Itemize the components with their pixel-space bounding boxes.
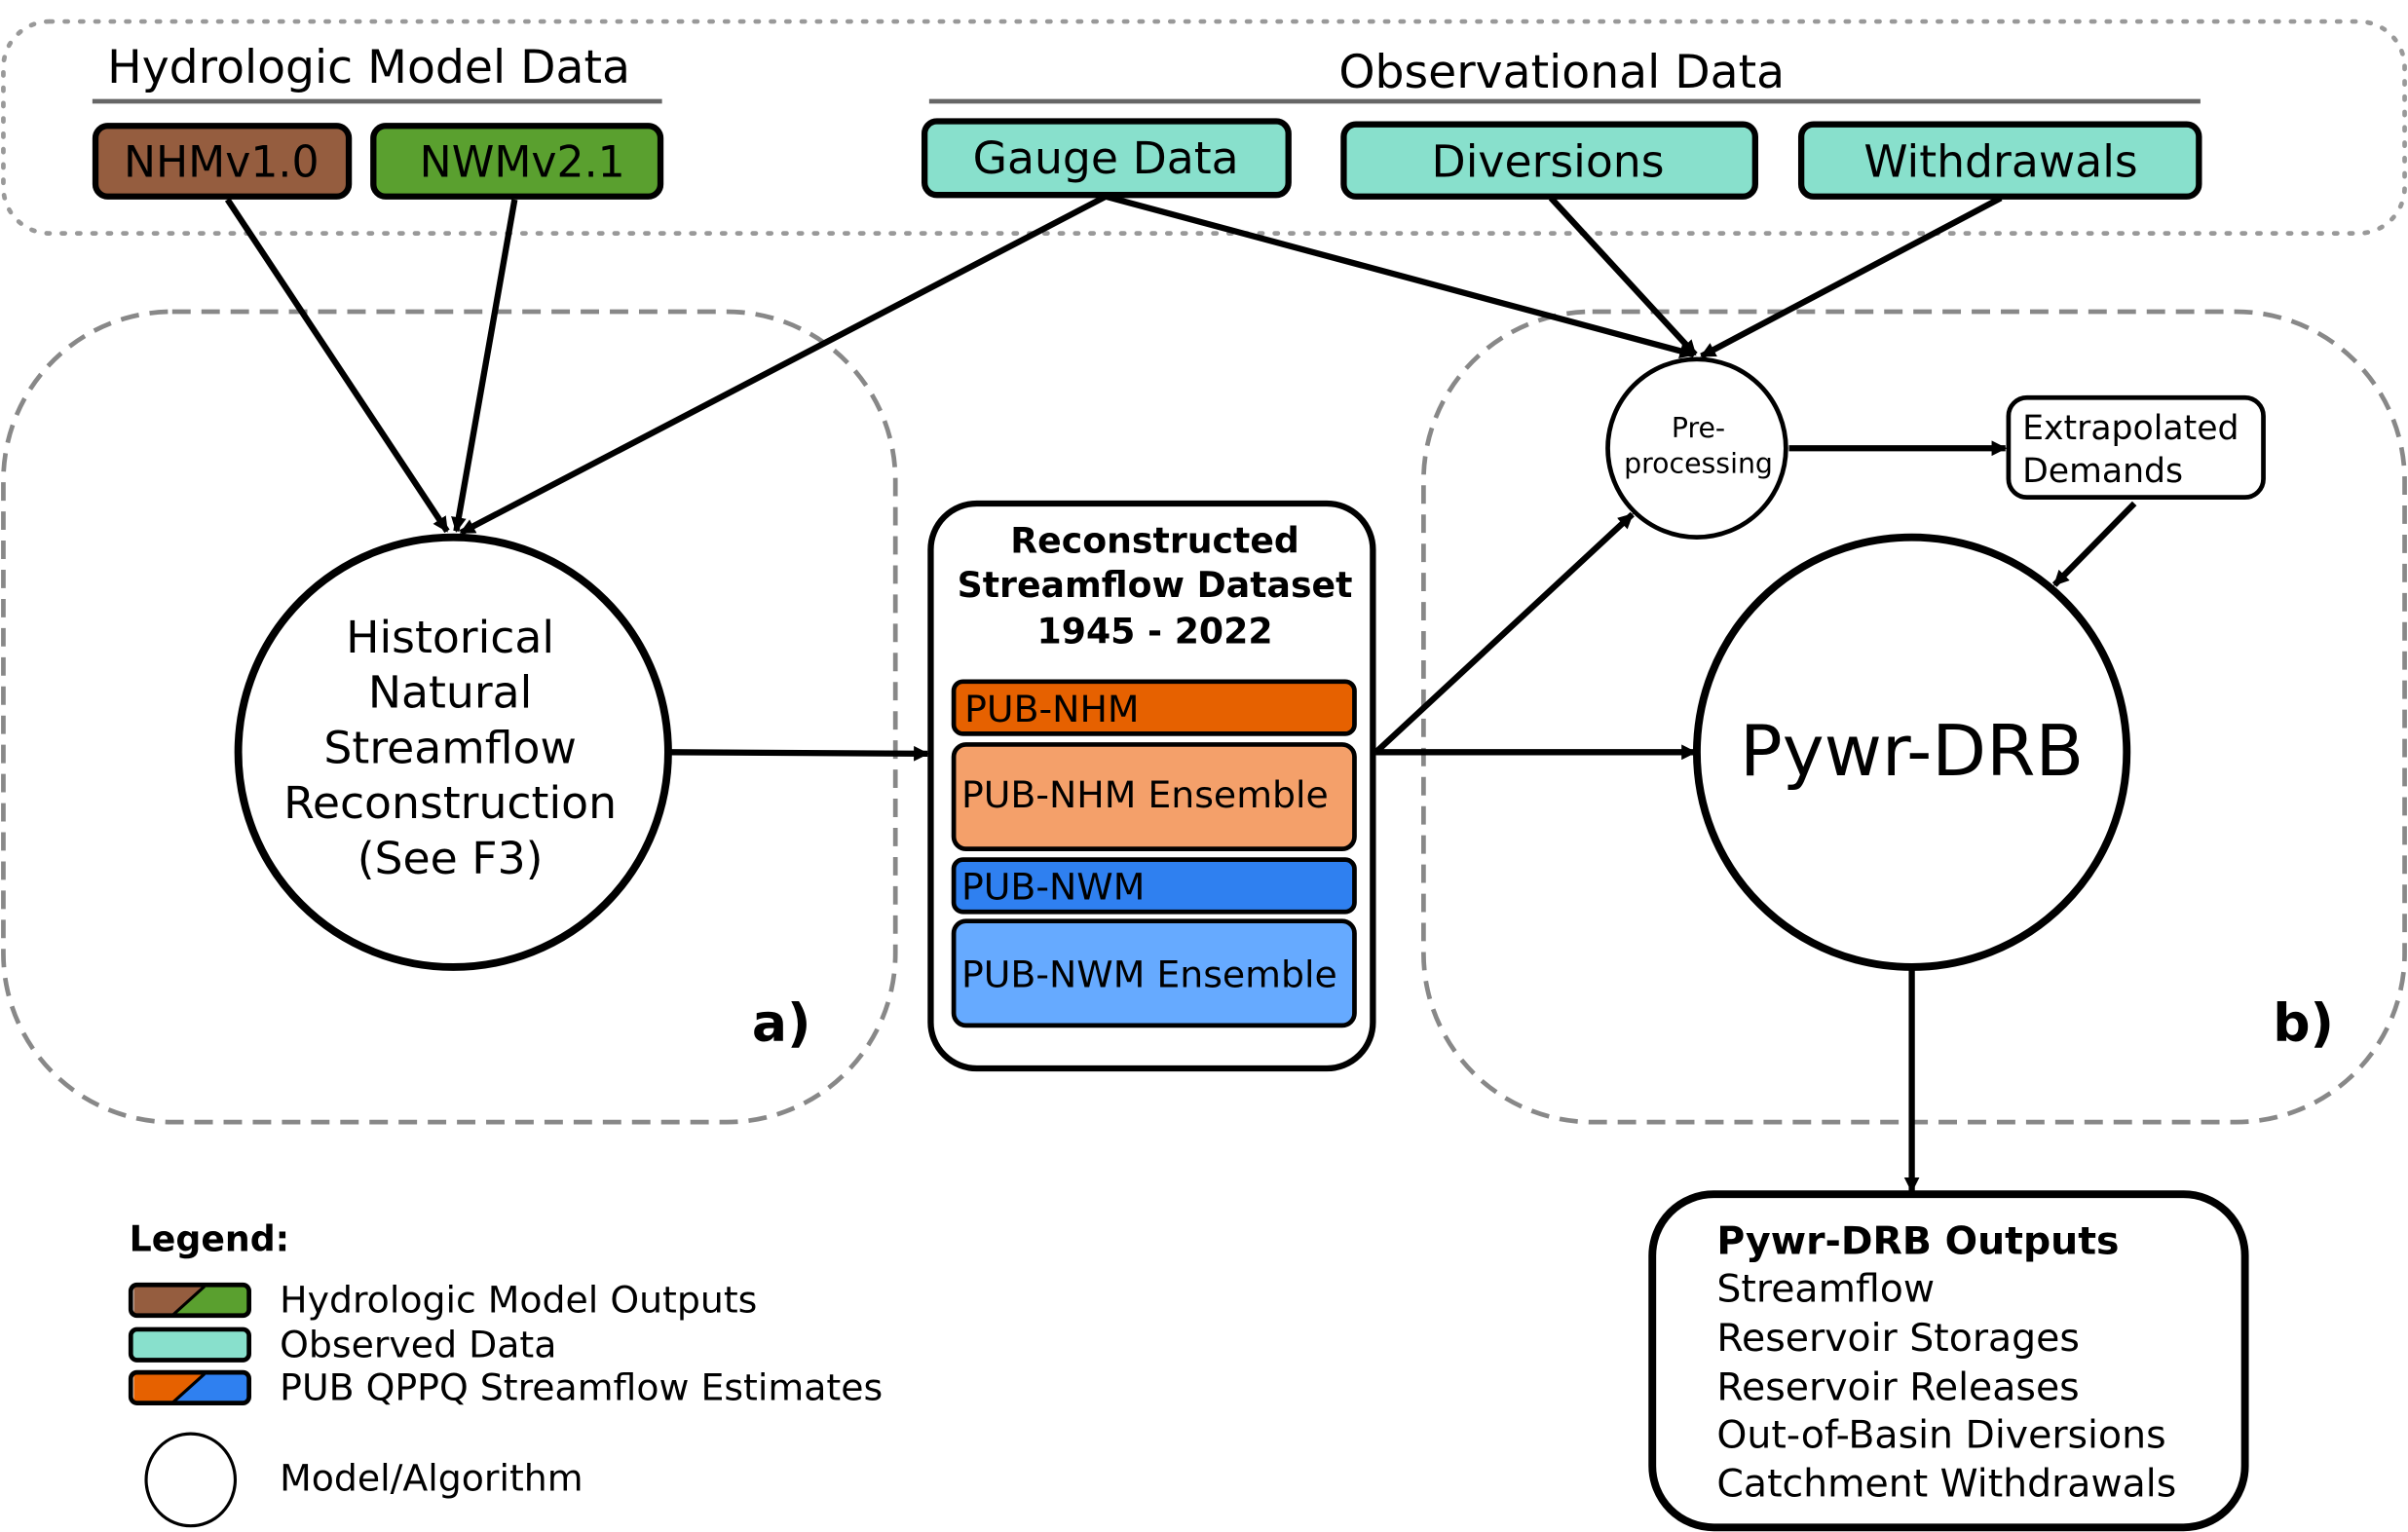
- label: Reconstructed: [1010, 519, 1299, 561]
- label: (See F3): [357, 833, 544, 884]
- label: Streamflow Dataset: [958, 564, 1353, 606]
- node-gauge-data: Gauge Data: [921, 118, 1292, 199]
- label: PUB-NHM Ensemble: [961, 773, 1329, 816]
- legend-model-circle: [144, 1432, 238, 1528]
- panel-b-label: b): [2273, 992, 2334, 1054]
- reconstructed-dataset-box: Reconstructed Streamflow Dataset 1945 - …: [927, 500, 1376, 1072]
- node-withdrawals: Withdrawals: [1797, 121, 2202, 200]
- dataset-pub-nhm-ensemble: PUB-NHM Ensemble: [951, 742, 1357, 851]
- hydrologic-model-data-title: Hydrologic Model Data: [107, 41, 630, 94]
- label: Historical: [346, 612, 554, 663]
- label: Pywr-DRB: [1740, 711, 2084, 793]
- label: 1945 - 2022: [1037, 610, 1273, 652]
- label: Hydrologic Model Outputs: [280, 1279, 757, 1322]
- node-nhmv1: NHMv1.0: [92, 123, 353, 200]
- label: Observed Data: [280, 1323, 556, 1365]
- label: Gauge Data: [973, 132, 1239, 184]
- pywr-drb-outputs-box: Pywr-DRB Outputs Streamflow Reservoir St…: [1648, 1190, 2249, 1532]
- label: NWMv2.1: [420, 137, 625, 187]
- label: Catchment Withdrawals: [1716, 1462, 2176, 1507]
- panel-a-label: a): [752, 992, 811, 1054]
- node-extrapolated-demands: Extrapolated Demands: [2006, 394, 2266, 501]
- label: Extrapolated: [2022, 409, 2239, 448]
- label: Natural: [368, 667, 533, 719]
- label: NHMv1.0: [124, 137, 320, 187]
- label: Reconstruction: [283, 777, 617, 829]
- label: Streamflow: [1716, 1267, 1935, 1312]
- dataset-pub-nwm-ensemble: PUB-NWM Ensemble: [951, 918, 1357, 1028]
- legend: Legend: Hydrologic Model Outputs Observe…: [128, 1218, 883, 1528]
- node-diversions: Diversions: [1340, 121, 1758, 200]
- label: Pywr-DRB Outputs: [1716, 1219, 2119, 1264]
- legend-observed-swatch: [128, 1326, 251, 1363]
- label: Pre-: [1672, 412, 1725, 444]
- label: PUB-NWM Ensemble: [961, 953, 1337, 995]
- legend-hydrologic-swatch: [128, 1282, 251, 1319]
- legend-pub-swatch: [128, 1369, 251, 1405]
- node-nwmv2: NWMv2.1: [370, 123, 664, 200]
- label: Demands: [2022, 452, 2183, 491]
- label: Legend:: [130, 1218, 289, 1260]
- label: Streamflow: [323, 722, 576, 773]
- label: processing: [1624, 447, 1773, 479]
- dataset-pub-nhm: PUB-NHM: [951, 679, 1357, 736]
- label: PUB-NHM: [964, 688, 1139, 730]
- label: Reservoir Storages: [1716, 1316, 2080, 1361]
- node-historical-reconstruction: Historical Natural Streamflow Reconstruc…: [234, 533, 672, 971]
- workflow-diagram: Hydrologic Model Data NHMv1.0 NWMv2.1 Ob…: [1, 19, 2407, 1532]
- node-preprocessing: Pre- processing: [1605, 356, 1788, 541]
- label: Withdrawals: [1863, 135, 2137, 187]
- label: Model/Algorithm: [280, 1456, 583, 1499]
- label: PUB QPPQ Streamflow Estimates: [280, 1365, 883, 1408]
- label: Out-of-Basin Diversions: [1716, 1412, 2165, 1457]
- node-pywr-drb: Pywr-DRB: [1693, 533, 2131, 971]
- label: Diversions: [1432, 135, 1665, 187]
- label: PUB-NWM: [961, 866, 1145, 909]
- dataset-pub-nwm: PUB-NWM: [951, 857, 1357, 915]
- observational-data-title: Observational Data: [1338, 46, 1785, 99]
- label: Reservoir Releases: [1716, 1364, 2079, 1409]
